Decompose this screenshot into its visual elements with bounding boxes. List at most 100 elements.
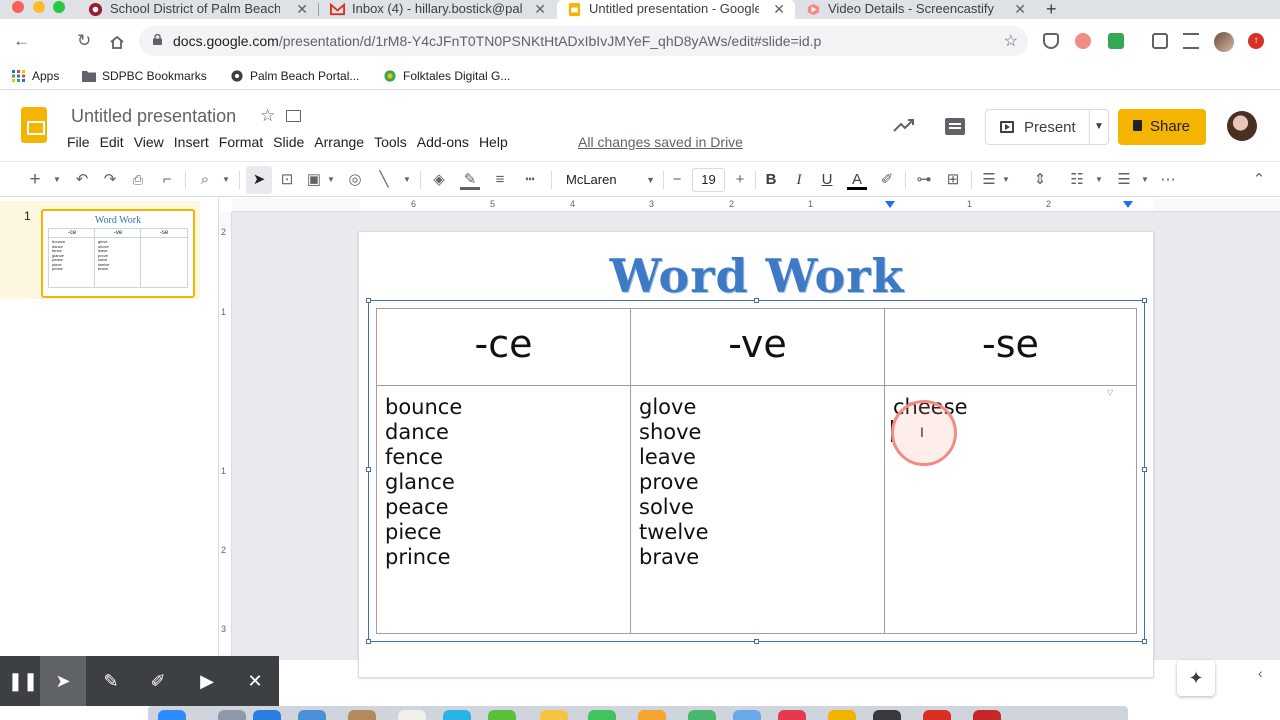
table-column-ce[interactable]: -ce bounce dance fence glance peace piec… — [377, 309, 630, 633]
table-column-se[interactable]: -se cheese — [884, 309, 1136, 633]
highlight-color-icon[interactable]: ✐ — [877, 170, 897, 190]
bookmark-palm-beach-portal[interactable]: Palm Beach Portal... — [230, 69, 359, 83]
menu-file[interactable]: File — [62, 134, 95, 150]
trash-icon[interactable] — [1093, 710, 1121, 720]
bulleted-list-dropdown-icon[interactable]: ▼ — [1140, 170, 1150, 190]
fill-color-icon[interactable]: ◈ — [430, 170, 448, 190]
zoom-icon[interactable]: ⌕ — [195, 170, 215, 190]
menu-add-ons[interactable]: Add-ons — [412, 134, 474, 150]
close-icon[interactable]: ✕ — [773, 0, 785, 18]
resize-handle[interactable] — [1142, 467, 1147, 472]
bookmark-apps[interactable]: Apps — [12, 69, 59, 83]
menu-tools[interactable]: Tools — [369, 134, 412, 150]
close-icon[interactable]: ✕ — [534, 0, 546, 18]
insert-link-icon[interactable]: ⊶ — [914, 170, 934, 190]
tab-search-icon[interactable] — [1183, 33, 1199, 49]
resize-handle[interactable] — [366, 298, 371, 303]
webcam-icon[interactable]: ▶ — [184, 656, 230, 706]
move-folder-icon[interactable] — [286, 110, 301, 122]
safari-icon[interactable] — [253, 710, 281, 720]
close-window-button[interactable] — [12, 1, 24, 13]
slide-editor[interactable]: Word Work -ce bounce dance fence glance … — [358, 231, 1154, 678]
text-color-icon[interactable]: A — [847, 170, 867, 190]
image-dropdown-icon[interactable]: ▼ — [326, 170, 336, 190]
browser-tab-slides[interactable]: Untitled presentation - Google ✕ — [557, 0, 795, 19]
resize-handle[interactable] — [754, 298, 759, 303]
menu-format[interactable]: Format — [214, 134, 268, 150]
text-box-icon[interactable]: ⊡ — [277, 170, 297, 190]
menu-view[interactable]: View — [129, 134, 169, 150]
numbered-list-dropdown-icon[interactable]: ▼ — [1094, 170, 1104, 190]
calendar-icon[interactable] — [398, 710, 426, 720]
line-spacing-icon[interactable]: ⇕ — [1030, 170, 1050, 190]
menu-arrange[interactable]: Arrange — [309, 134, 369, 150]
notification-app-icon[interactable] — [973, 710, 1001, 720]
align-dropdown-icon[interactable]: ▼ — [1001, 170, 1011, 190]
minimize-window-button[interactable] — [33, 1, 45, 13]
shape-icon[interactable]: ◎ — [345, 170, 365, 190]
pointer-tool-icon[interactable]: ➤ — [40, 656, 86, 706]
browser-tab-school-district[interactable]: School District of Palm Beach C ✕ — [78, 0, 318, 19]
indent-marker[interactable] — [885, 201, 895, 208]
filmstrip-slide-1[interactable]: 1 Word Work -ce bounce dance fence glance pe… — [0, 201, 200, 299]
word-list-ve[interactable]: glove shove leave prove solve twelve bra… — [639, 395, 709, 570]
slide-thumbnail[interactable]: Word Work -ce bounce dance fence glance peac… — [41, 209, 195, 298]
pen-tool-icon[interactable]: ✎ — [88, 656, 134, 706]
print-icon[interactable]: ⎙ — [129, 170, 147, 190]
bookmark-star-icon[interactable]: ☆ — [1004, 31, 1018, 51]
document-title[interactable]: Untitled presentation — [71, 106, 236, 127]
save-status-link[interactable]: All changes saved in Drive — [578, 134, 743, 150]
browser-menu-update-icon[interactable]: ↑ — [1248, 33, 1264, 49]
table-header-ce[interactable]: -ce — [377, 309, 630, 386]
resize-handle[interactable] — [1142, 639, 1147, 644]
url-input[interactable]: docs.google.com/presentation/d/1rM8-Y4cJ… — [139, 26, 1028, 56]
activity-dashboard-icon[interactable] — [893, 117, 915, 133]
word-list-ce[interactable]: bounce dance fence glance peace piece pr… — [385, 395, 462, 570]
close-icon[interactable]: ✕ — [1014, 0, 1026, 18]
italic-icon[interactable]: I — [790, 170, 808, 190]
font-family-select[interactable]: McLaren ▼ — [561, 170, 659, 190]
menu-slide[interactable]: Slide — [268, 134, 309, 150]
bookmark-sdpbc[interactable]: SDPBC Bookmarks — [82, 69, 207, 83]
resize-handle[interactable] — [754, 639, 759, 644]
green-extension-icon[interactable] — [1108, 33, 1124, 49]
keynote-icon[interactable] — [733, 710, 761, 720]
cell-options-icon[interactable]: ▽ — [1107, 388, 1121, 400]
slide-title[interactable]: Word Work — [359, 249, 1155, 303]
new-slide-dropdown-icon[interactable]: ▼ — [52, 170, 62, 190]
notes-icon[interactable] — [638, 710, 666, 720]
reload-icon[interactable]: ↻ — [77, 32, 91, 50]
table-header-ve[interactable]: -ve — [631, 309, 884, 386]
zoom-dropdown-icon[interactable]: ▼ — [221, 170, 231, 190]
messages-icon[interactable] — [443, 710, 471, 720]
menu-insert[interactable]: Insert — [169, 134, 214, 150]
browser-profile-avatar[interactable] — [1214, 32, 1234, 52]
music-icon[interactable] — [778, 710, 806, 720]
comment-history-icon[interactable] — [945, 118, 965, 135]
contacts-icon[interactable] — [348, 710, 376, 720]
numbered-list-icon[interactable]: ☷ — [1068, 170, 1086, 190]
home-icon[interactable] — [109, 35, 125, 50]
paint-format-icon[interactable]: ⌐ — [158, 170, 176, 190]
border-color-icon[interactable]: ✎ — [460, 170, 480, 190]
account-avatar[interactable] — [1227, 111, 1257, 141]
menu-edit[interactable]: Edit — [95, 134, 129, 150]
finder-icon[interactable] — [158, 710, 186, 720]
horizontal-ruler[interactable]: 6 5 4 3 2 1 1 2 — [232, 198, 1280, 212]
slides-home-icon[interactable] — [21, 107, 47, 143]
bookmark-folktales[interactable]: Folktales Digital G... — [383, 69, 510, 83]
mail-icon[interactable] — [298, 710, 326, 720]
facetime-icon[interactable] — [588, 710, 616, 720]
numbers-icon[interactable] — [688, 710, 716, 720]
maps-icon[interactable] — [488, 710, 516, 720]
resize-handle[interactable] — [366, 639, 371, 644]
line-dropdown-icon[interactable]: ▼ — [402, 170, 412, 190]
browser-tab-inbox[interactable]: Inbox (4) - hillary.bostick@palm ✕ — [320, 0, 556, 19]
bulleted-list-icon[interactable]: ☰ — [1115, 170, 1133, 190]
books-icon[interactable] — [828, 710, 856, 720]
redo-icon[interactable]: ↷ — [101, 170, 119, 190]
side-panel-toggle-icon[interactable]: ‹ — [1258, 665, 1263, 681]
image-icon[interactable]: ▣ — [305, 170, 323, 190]
table-column-ve[interactable]: -ve glove shove leave prove solve twelve… — [630, 309, 884, 633]
undo-icon[interactable]: ↶ — [73, 170, 91, 190]
